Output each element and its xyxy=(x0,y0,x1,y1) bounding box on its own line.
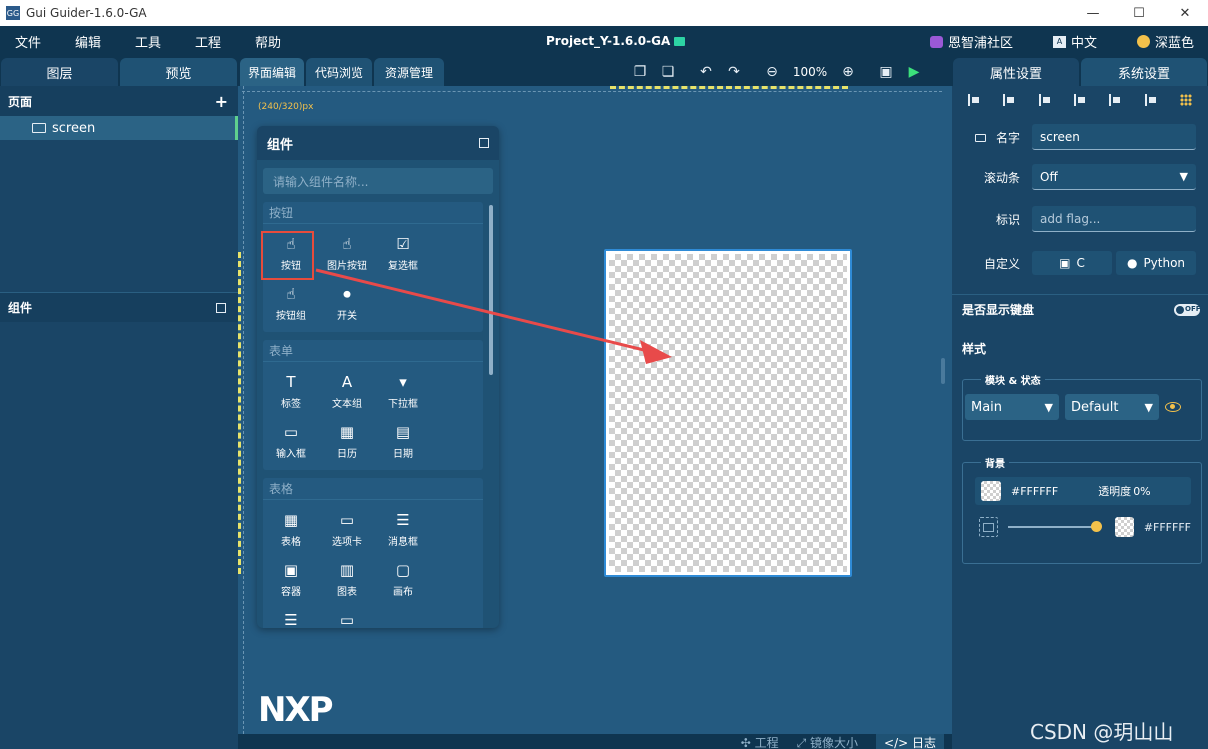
align-center-h-icon[interactable] xyxy=(1003,94,1015,106)
monitor-icon xyxy=(974,133,986,142)
chevron-down-icon: ▼ xyxy=(1144,400,1153,414)
status-image-size[interactable]: ⤢ 镜像大小 xyxy=(797,734,858,749)
custom-python-button[interactable]: ● Python xyxy=(1116,251,1196,275)
prop-name-label: 名字 xyxy=(952,129,1032,146)
part-state-box: 模块 & 状态 Main ▼ Default ▼ xyxy=(962,372,1202,441)
gradient-slider[interactable] xyxy=(1007,521,1103,532)
bg-color-swatch[interactable] xyxy=(981,481,1001,501)
status-project[interactable]: ✣ 工程 xyxy=(741,734,779,749)
arrow-line xyxy=(315,268,653,354)
arrow-head xyxy=(640,340,672,364)
status-log[interactable]: </> 日志 xyxy=(876,734,944,749)
background-box: 背景 #FFFFFF 透明度 0% #FFFFFF xyxy=(962,455,1202,564)
right-panel: 属性设置 系统设置 名字 screen 滚动条 Off ▼ 标识 add flag… xyxy=(952,56,1208,749)
image-icon[interactable] xyxy=(979,517,998,537)
prop-flag-row: 标识 add flag... xyxy=(952,204,1208,234)
prop-name-row: 名字 screen xyxy=(952,122,1208,152)
prop-scroll-row: 滚动条 Off ▼ xyxy=(952,162,1208,192)
state-value: Default xyxy=(1071,399,1119,415)
chevron-down-icon: ▼ xyxy=(1179,170,1188,183)
nxp-logo: NXP xyxy=(258,690,334,730)
align-toolbar xyxy=(952,86,1208,114)
part-state-title: 模块 & 状态 xyxy=(981,372,1045,387)
watermark: CSDN @玥山山 xyxy=(1030,720,1174,744)
align-top-icon[interactable] xyxy=(1073,94,1086,106)
opacity-label: 透明度 xyxy=(1098,485,1132,498)
bg-color-row[interactable]: #FFFFFF 透明度 0% xyxy=(975,477,1191,505)
prop-flag-label: 标识 xyxy=(995,212,1020,227)
tab-properties[interactable]: 属性设置 xyxy=(953,58,1079,86)
c-icon: ▣ xyxy=(1059,256,1071,270)
tab-system-settings[interactable]: 系统设置 xyxy=(1081,58,1207,86)
bg-color-value: #FFFFFF xyxy=(1011,484,1059,498)
align-bottom-icon[interactable] xyxy=(1144,94,1157,106)
opacity-value: 0% xyxy=(1133,484,1151,498)
keyboard-toggle[interactable]: OFF xyxy=(1174,303,1201,316)
part-select[interactable]: Main ▼ xyxy=(965,394,1059,420)
scrollbar-select[interactable]: Off ▼ xyxy=(1032,164,1196,190)
scrollbar-value: Off xyxy=(1040,169,1058,184)
part-value: Main xyxy=(971,399,1003,415)
custom-c-label: C xyxy=(1076,256,1085,270)
gradient-color-swatch[interactable] xyxy=(1115,517,1134,537)
python-icon: ● xyxy=(1126,256,1138,270)
state-select[interactable]: Default ▼ xyxy=(1065,394,1159,420)
prop-custom-row: 自定义 ▣ C ● Python xyxy=(952,248,1208,278)
flag-input[interactable]: add flag... xyxy=(1032,206,1196,232)
eye-icon[interactable] xyxy=(1165,402,1181,412)
align-center-v-icon[interactable] xyxy=(1109,94,1121,106)
keyboard-row: 是否显示键盘 OFF xyxy=(952,294,1208,324)
align-left-icon[interactable] xyxy=(967,94,980,106)
keyboard-label: 是否显示键盘 xyxy=(962,303,1035,317)
align-right-icon[interactable] xyxy=(1038,94,1051,106)
background-title: 背景 xyxy=(981,455,1009,470)
prop-scroll-label: 滚动条 xyxy=(983,170,1020,185)
style-header: 样式 xyxy=(962,341,987,356)
gradient-color-value: #FFFFFF xyxy=(1143,520,1191,534)
prop-name-text: 名字 xyxy=(995,130,1020,145)
prop-custom-label: 自定义 xyxy=(983,256,1020,271)
name-field[interactable]: screen xyxy=(1032,124,1196,150)
chevron-down-icon: ▼ xyxy=(1044,400,1053,414)
right-tabs: 属性设置 系统设置 xyxy=(952,56,1208,86)
custom-c-button[interactable]: ▣ C xyxy=(1032,251,1112,275)
status-bar: ✣ 工程 ⤢ 镜像大小 </> 日志 xyxy=(238,734,952,749)
grid-icon[interactable] xyxy=(1180,94,1193,106)
slider-knob[interactable] xyxy=(1091,521,1103,532)
custom-python-label: Python xyxy=(1143,256,1186,270)
toggle-text: OFF xyxy=(1185,304,1201,313)
